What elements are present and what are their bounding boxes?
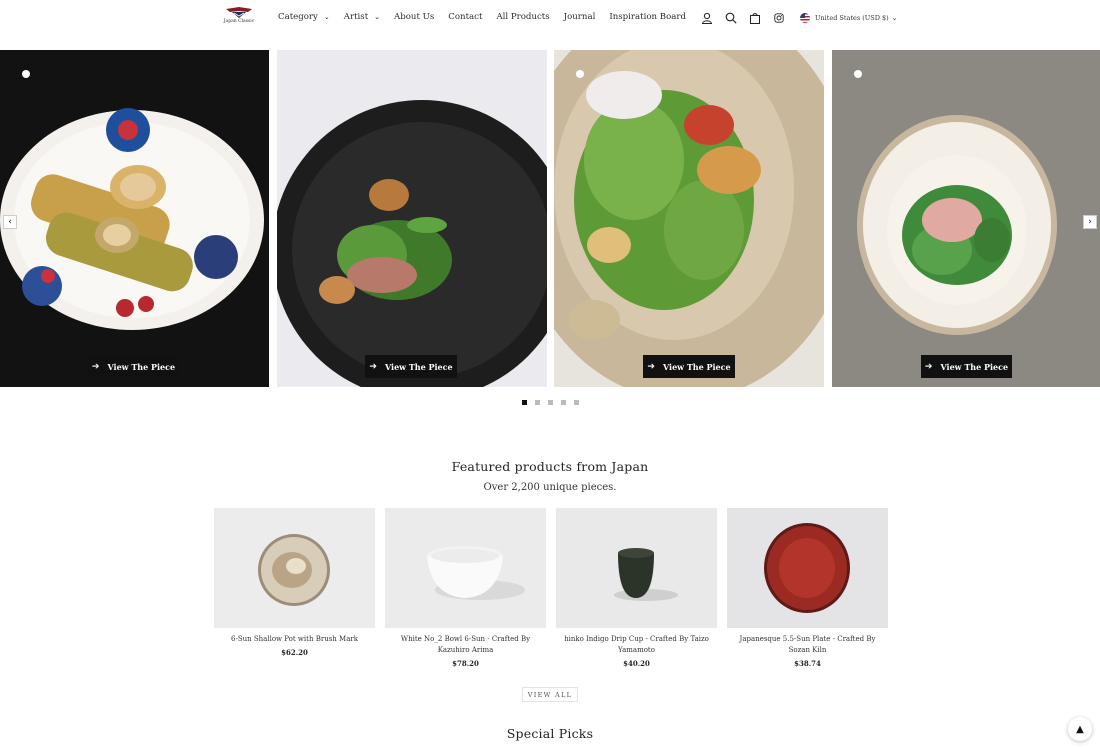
- arrow-right-icon: ➔: [924, 361, 933, 372]
- carousel-pagination: [522, 400, 579, 405]
- arrow-right-icon: ➔: [647, 361, 655, 372]
- carousel-slide[interactable]: ➔ View The Piece: [277, 50, 547, 387]
- pagination-dot[interactable]: [574, 400, 579, 405]
- product-card[interactable]: Japanesque 5.5-Sun Plate - Crafted By So…: [727, 508, 888, 668]
- carousel-prev-button[interactable]: ‹: [3, 215, 17, 229]
- product-image: [385, 508, 546, 628]
- scroll-to-top-button[interactable]: ▲: [1068, 717, 1092, 741]
- product-card[interactable]: 6-Sun Shallow Pot with Brush Mark $62.20: [214, 508, 375, 668]
- account-icon[interactable]: [700, 11, 714, 25]
- slide-indicator-dot: [22, 70, 30, 78]
- slide-image-green-salad: [554, 50, 824, 387]
- product-name: Japanesque 5.5-Sun Plate - Crafted By So…: [739, 635, 876, 654]
- view-all-button[interactable]: VIEW ALL: [522, 687, 578, 702]
- carousel-slide[interactable]: ➔ View The Piece: [554, 50, 824, 387]
- brand-logo[interactable]: [222, 6, 256, 28]
- product-price: $40.20: [623, 659, 650, 668]
- product-image: [214, 508, 375, 628]
- button-label: View The Piece: [107, 361, 176, 372]
- header-icons: [700, 11, 796, 25]
- view-the-piece-button[interactable]: ➔ View The Piece: [643, 355, 735, 378]
- button-label: View The Piece: [940, 361, 1009, 372]
- special-picks-title: Special Picks: [506, 726, 594, 741]
- product-card[interactable]: White No_2 Bowl 6-Sun - Crafted By Kazuh…: [385, 508, 546, 668]
- slide-image-spring-rolls: [0, 50, 269, 387]
- carousel-slide[interactable]: ➔ View The Piece: [832, 50, 1100, 387]
- slide-image-black-plate-salad: [277, 50, 547, 387]
- nav-item-about-us[interactable]: About Us: [394, 12, 434, 22]
- carousel-slide[interactable]: ➔ View The Piece: [0, 50, 269, 387]
- product-grid: 6-Sun Shallow Pot with Brush Mark $62.20…: [214, 508, 888, 668]
- product-image: [556, 508, 717, 628]
- product-price: $62.20: [281, 648, 308, 657]
- slide-image-white-bowl-greens: [832, 50, 1100, 387]
- product-image: [727, 508, 888, 628]
- product-price: $78.20: [452, 659, 479, 668]
- hero-carousel: ➔ View The Piece ➔ View The Piece ➔ View…: [0, 50, 1100, 387]
- nav-item-artist[interactable]: Artist ⌄: [344, 12, 380, 22]
- button-label: View The Piece: [384, 361, 453, 372]
- currency-selector[interactable]: United States (USD $) ⌄: [800, 13, 898, 23]
- nav-item-all-products[interactable]: All Products: [496, 12, 549, 22]
- pagination-dot[interactable]: [548, 400, 553, 405]
- carousel-next-button[interactable]: ›: [1083, 215, 1097, 229]
- featured-title: Featured products from Japan: [451, 459, 649, 474]
- product-name: 6-Sun Shallow Pot with Brush Mark: [231, 635, 358, 643]
- featured-subtitle: Over 2,200 unique pieces.: [483, 482, 617, 493]
- us-flag-icon: [800, 13, 810, 23]
- view-the-piece-button[interactable]: ➔ View The Piece: [921, 355, 1012, 378]
- chevron-down-icon: ⌄: [374, 13, 381, 21]
- view-the-piece-button[interactable]: ➔ View The Piece: [365, 355, 457, 378]
- search-icon[interactable]: [724, 11, 738, 25]
- site-header: Japan Classic Category ⌄ Artist ⌄ About …: [0, 0, 1100, 40]
- arrow-right-icon: ➔: [369, 361, 377, 372]
- button-label: View The Piece: [662, 361, 731, 372]
- nav-item-category[interactable]: Category ⌄: [278, 12, 330, 22]
- slide-indicator-dot: [854, 70, 862, 78]
- slide-indicator-dot: [576, 70, 584, 78]
- currency-label: United States (USD $): [815, 14, 889, 22]
- pagination-dot[interactable]: [561, 400, 566, 405]
- brand-logo-text: Japan Classic: [223, 19, 255, 24]
- product-card[interactable]: hinko Indigo Drip Cup - Crafted By Taizo…: [556, 508, 717, 668]
- chevron-down-icon: ⌄: [323, 13, 330, 21]
- nav-item-contact[interactable]: Contact: [448, 12, 482, 22]
- nav-item-label: Category: [278, 12, 318, 22]
- instagram-icon[interactable]: [772, 11, 786, 25]
- chevron-down-icon: ⌄: [891, 14, 898, 22]
- pagination-dot[interactable]: [522, 400, 527, 405]
- product-name: hinko Indigo Drip Cup - Crafted By Taizo…: [564, 635, 709, 654]
- nav-item-inspiration-board[interactable]: Inspiration Board: [609, 12, 686, 22]
- product-price: $38.74: [794, 659, 821, 668]
- view-the-piece-button[interactable]: ➔ View The Piece: [88, 355, 179, 378]
- product-name: White No_2 Bowl 6-Sun - Crafted By Kazuh…: [400, 635, 531, 654]
- arrow-up-icon: ▲: [1076, 723, 1084, 735]
- cart-icon[interactable]: [748, 11, 762, 25]
- main-nav: Category ⌄ Artist ⌄ About Us Contact All…: [278, 12, 700, 22]
- pagination-dot[interactable]: [535, 400, 540, 405]
- nav-item-journal[interactable]: Journal: [564, 12, 596, 22]
- arrow-right-icon: ➔: [91, 361, 100, 372]
- nav-item-label: Artist: [343, 12, 369, 22]
